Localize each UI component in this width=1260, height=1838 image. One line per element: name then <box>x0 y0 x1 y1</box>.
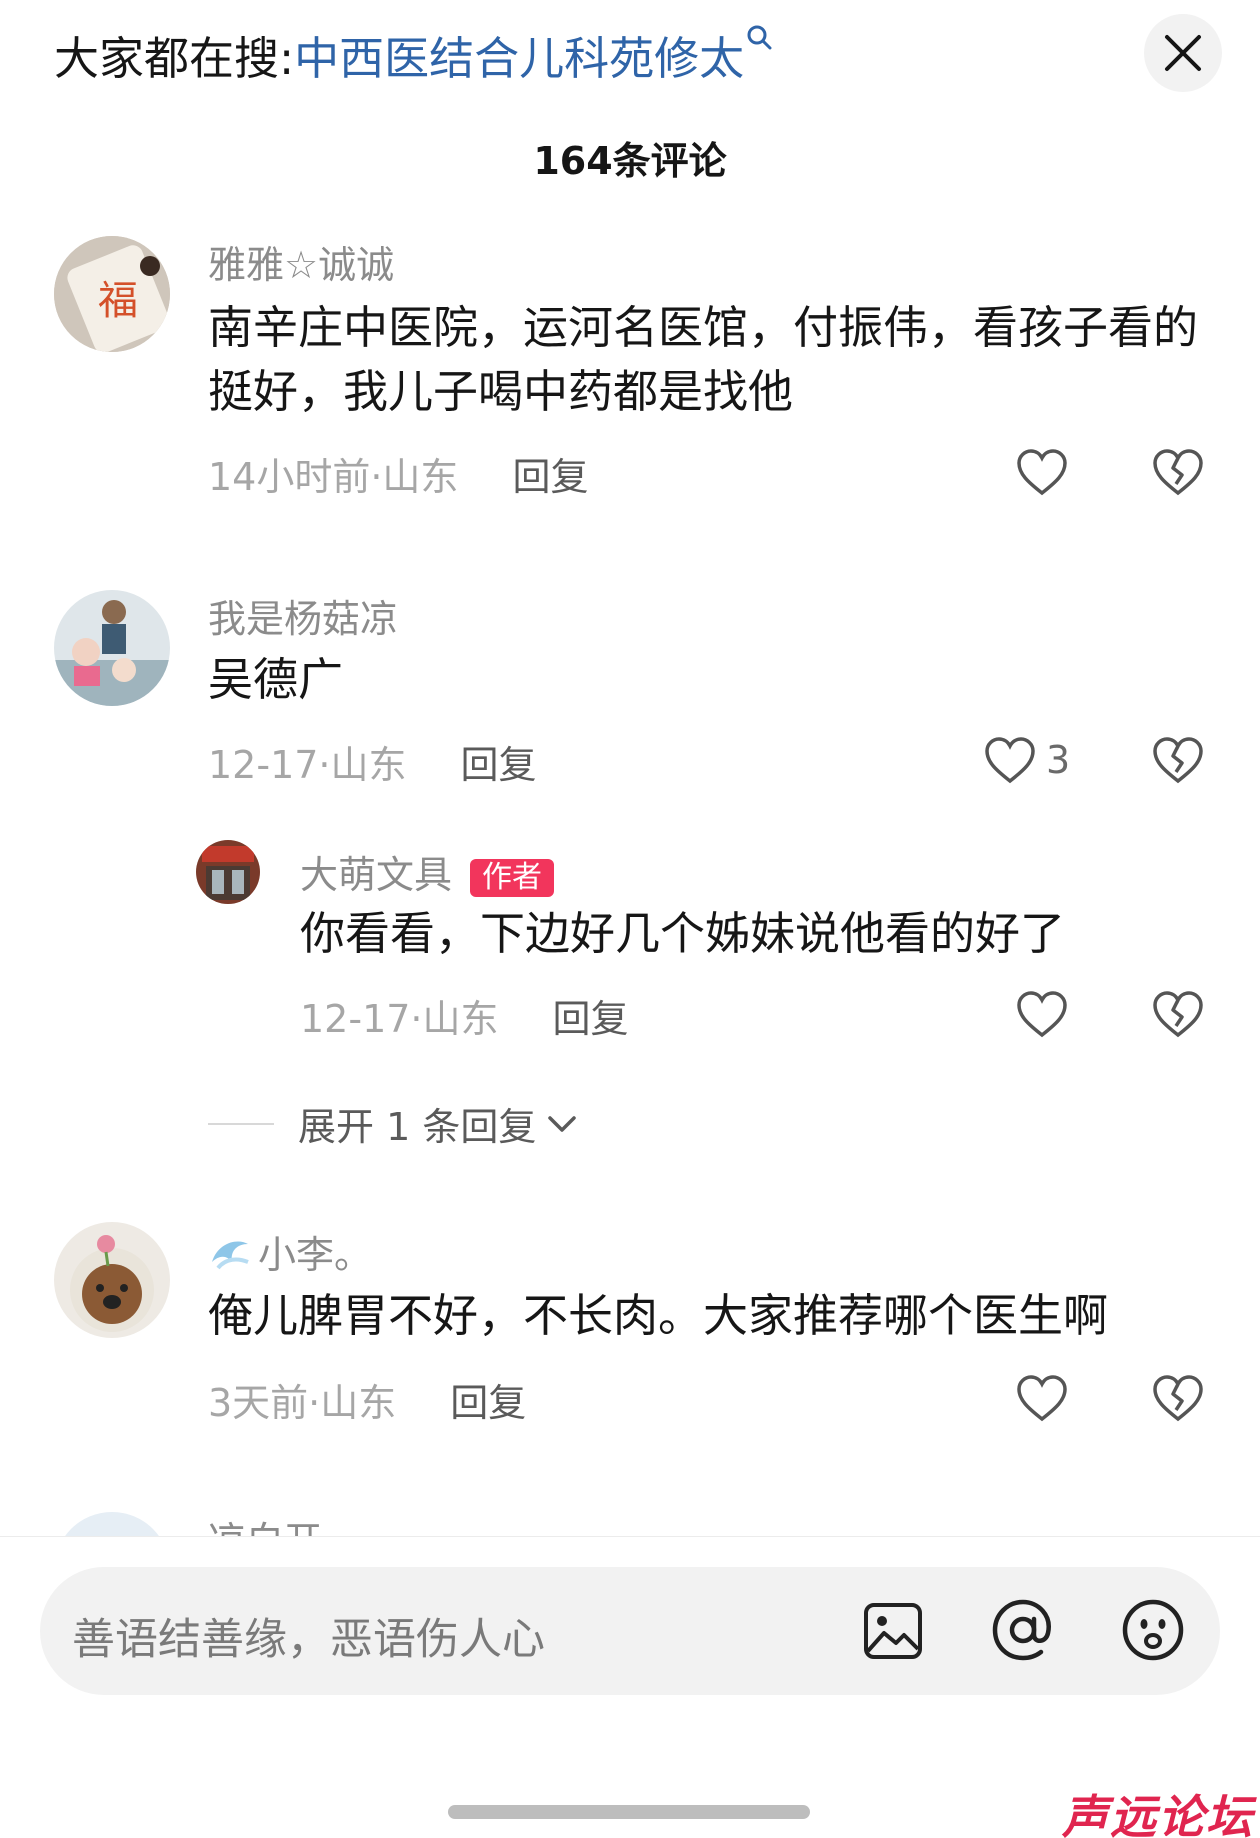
at-icon[interactable] <box>990 1597 1056 1667</box>
reply-button[interactable]: 回复 <box>512 446 588 501</box>
wave-badge-icon <box>212 1240 249 1269</box>
comment-username[interactable]: 我是杨菇凉 <box>208 588 398 643</box>
heart-icon <box>985 737 1035 784</box>
close-button[interactable] <box>1144 14 1222 92</box>
comment-time-location: 12-17·山东 <box>208 743 407 787</box>
avatar[interactable] <box>54 1222 170 1338</box>
image-icon[interactable] <box>862 1601 924 1665</box>
comment-username[interactable]: 小李。 <box>258 1224 372 1279</box>
heart-icon <box>1017 449 1067 496</box>
close-icon <box>1165 35 1201 71</box>
expand-replies-button[interactable]: 展开 1 条回复 <box>208 1096 580 1151</box>
broken-heart-icon <box>1153 1375 1203 1422</box>
dislike-button[interactable] <box>1152 736 1204 788</box>
search-query-link[interactable]: 中西医结合儿科苑修太 <box>294 22 744 87</box>
avatar[interactable] <box>54 590 170 706</box>
comment-username-row: 小李。 <box>208 1224 372 1279</box>
avatar[interactable] <box>196 840 260 904</box>
broken-heart-icon <box>1153 449 1203 496</box>
like-button[interactable]: 3 <box>984 736 1070 784</box>
dislike-button[interactable] <box>1152 448 1204 500</box>
comment-text: 南辛庄中医院，运河名医馆，付振伟，看孩子看的挺好，我儿子喝中药都是找他 <box>208 301 1199 418</box>
reply-button[interactable]: 回复 <box>450 1372 526 1427</box>
comment-meta-row: 12-17·山东 回复 <box>208 734 537 789</box>
reply-time-location: 12-17·山东 <box>300 997 499 1041</box>
comment-time-location: 3天前·山东 <box>208 1381 397 1425</box>
comment-meta-row: 3天前·山东 回复 <box>208 1372 526 1427</box>
like-button[interactable] <box>1016 448 1068 496</box>
reply-username[interactable]: 大萌文具 <box>300 853 452 897</box>
search-icon[interactable] <box>746 23 772 58</box>
comment-input-bar: 善语结善缘，恶语伤人心 声远论坛 <box>0 1536 1260 1838</box>
expand-divider <box>208 1122 274 1125</box>
comment-count-title: 164条评论 <box>533 139 727 183</box>
like-button[interactable] <box>1016 990 1068 1038</box>
reply-text: 你看看，下边好几个姊妹说他看的好了 <box>300 907 1066 960</box>
svg-text:福: 福 <box>98 278 138 324</box>
comment-input-placeholder: 善语结善缘，恶语伤人心 <box>72 1615 545 1665</box>
dislike-button[interactable] <box>1152 1374 1204 1426</box>
search-prefix: 大家都在搜: <box>54 31 295 85</box>
heart-icon <box>1017 991 1067 1038</box>
reply-button[interactable]: 回复 <box>461 734 537 789</box>
home-indicator[interactable] <box>448 1805 810 1819</box>
heart-icon <box>1017 1375 1067 1422</box>
comment-text: 吴德广 <box>208 653 344 706</box>
like-button[interactable] <box>1016 1374 1068 1422</box>
comment-text: 俺儿脾胃不好，不长肉。大家推荐哪个医生啊 <box>208 1289 1109 1342</box>
site-watermark: 声远论坛 <box>1062 1790 1254 1838</box>
avatar[interactable]: 福 <box>54 236 170 352</box>
comment-meta-row: 14小时前·山东 回复 <box>208 446 588 501</box>
search-suggestion[interactable]: 大家都在搜: 中西医结合儿科苑修太 <box>54 22 772 86</box>
comment-time-location: 14小时前·山东 <box>208 455 459 499</box>
expand-label: 展开 1 条回复 <box>298 1105 537 1149</box>
broken-heart-icon <box>1153 737 1203 784</box>
dislike-button[interactable] <box>1152 990 1204 1042</box>
reply-meta-row: 12-17·山东 回复 <box>300 988 629 1043</box>
like-count: 3 <box>1046 738 1071 782</box>
reply-button[interactable]: 回复 <box>553 988 629 1043</box>
comment-input[interactable]: 善语结善缘，恶语伤人心 <box>40 1567 1220 1695</box>
chevron-down-icon <box>548 1115 577 1132</box>
comment-username[interactable]: 雅雅☆诚诚 <box>208 234 394 289</box>
author-badge: 作者 <box>470 858 555 897</box>
reply-username-row: 大萌文具 作者 <box>300 844 555 899</box>
emoji-icon[interactable] <box>1120 1597 1186 1667</box>
broken-heart-icon <box>1153 991 1203 1038</box>
